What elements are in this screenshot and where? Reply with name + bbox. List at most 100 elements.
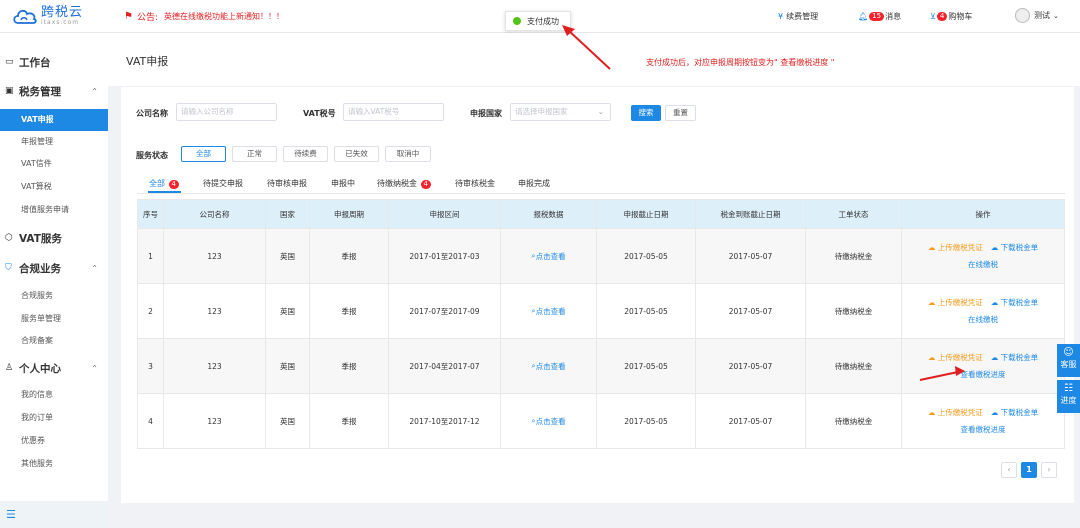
tab-pending-submit[interactable]: 待提交申报: [203, 178, 243, 189]
upload-receipt-label: 上传缴税凭证: [937, 408, 983, 417]
sidebar-item-other-services[interactable]: 其他服务: [0, 453, 108, 475]
check-circle-icon: [513, 17, 521, 25]
primary-action-link[interactable]: 查看缴税进度: [961, 424, 1006, 435]
view-data-link[interactable]: 点击查看: [536, 361, 566, 372]
primary-action-link[interactable]: 在线缴税: [968, 259, 998, 270]
status-expired-button[interactable]: 已失效: [334, 146, 379, 162]
col-company: 公司名称: [164, 200, 266, 228]
vat-input[interactable]: 请输入VAT税号: [343, 103, 444, 121]
next-page-button[interactable]: ›: [1041, 462, 1057, 478]
view-data-link[interactable]: 点击查看: [536, 416, 566, 427]
cell-range: 2017-07至2017-09: [389, 284, 501, 338]
sidebar-item-vat-filing[interactable]: VAT申报: [0, 109, 108, 131]
sidebar-workbench-label: 工作台: [19, 56, 51, 69]
page-title: VAT申报: [126, 55, 169, 68]
upload-receipt-link[interactable]: ☁ 上传缴税凭证: [928, 297, 983, 308]
sidebar-workbench[interactable]: ▭ 工作台: [0, 52, 108, 72]
reset-button[interactable]: 重置: [665, 105, 696, 121]
cell-no: 3: [138, 339, 164, 393]
upload-receipt-link[interactable]: ☁ 上传缴税凭证: [928, 352, 983, 363]
sidebar-item-value-added[interactable]: 增值服务申请: [0, 199, 108, 221]
sidebar-item-compliance-filing[interactable]: 合规备案: [0, 330, 108, 352]
cell-deadline: 2017-05-05: [597, 339, 696, 393]
announcement[interactable]: ⚑ 公告: 英德在线缴税功能上新通知！！！: [124, 10, 284, 23]
tab-all[interactable]: 全部 4: [149, 178, 180, 189]
view-data-link[interactable]: 点击查看: [536, 251, 566, 262]
tab-completed[interactable]: 申报完成: [518, 178, 550, 189]
upload-receipt-link[interactable]: ☁ 上传缴税凭证: [928, 407, 983, 418]
status-normal-button[interactable]: 正常: [232, 146, 277, 162]
cell-company: 123: [164, 229, 266, 283]
view-data-link[interactable]: 点击查看: [536, 306, 566, 317]
action-row: ☁ 上传缴税凭证 ☁ 下载税金单: [928, 407, 1038, 418]
sidebar-group-personal[interactable]: ♙ 个人中心 ⌃: [0, 358, 108, 378]
cell-country: 英国: [266, 229, 310, 283]
cell-data[interactable]: ⌕ 点击查看: [501, 339, 597, 393]
sliders-icon: ☷: [1064, 383, 1073, 394]
sidebar-item-my-orders[interactable]: 我的订单: [0, 407, 108, 429]
company-input[interactable]: 请输入公司名称: [176, 103, 277, 121]
chevron-up-icon: ⌃: [91, 363, 98, 373]
sidebar-item-service-orders[interactable]: 服务单管理: [0, 308, 108, 330]
messages-link[interactable]: 🔔︎ 15 消息: [858, 11, 901, 22]
primary-action-link[interactable]: 在线缴税: [968, 314, 998, 325]
country-select-placeholder: 请选择申报国家: [515, 107, 568, 116]
cell-company: 123: [164, 284, 266, 338]
cloud-logo-icon: [13, 9, 37, 24]
sidebar-item-coupons[interactable]: 优惠券: [0, 430, 108, 452]
cell-data[interactable]: ⌕ 点击查看: [501, 229, 597, 283]
sidebar-item-vat-letters[interactable]: VAT信件: [0, 153, 108, 175]
download-tax-bill-link[interactable]: ☁ 下载税金单: [991, 407, 1038, 418]
cell-no: 2: [138, 284, 164, 338]
cell-data[interactable]: ⌕ 点击查看: [501, 394, 597, 448]
progress-label: 进度: [1060, 396, 1077, 405]
toast-text: 支付成功: [527, 16, 559, 26]
upload-receipt-link[interactable]: ☁ 上传缴税凭证: [928, 242, 983, 253]
sidebar-item-my-info[interactable]: 我的信息: [0, 384, 108, 406]
sidebar-group-compliance[interactable]: ⛉ 合规业务 ⌃: [0, 258, 108, 278]
primary-action-link[interactable]: 查看缴税进度: [961, 369, 1006, 380]
status-renew-button[interactable]: 待续费: [283, 146, 328, 162]
sidebar-item-vat-calc[interactable]: VAT算税: [0, 176, 108, 198]
user-menu[interactable]: 测试 ⌄: [1015, 8, 1059, 23]
logo[interactable]: 跨税云 itaxs.com: [12, 6, 83, 26]
progress-button[interactable]: ☷ 进度: [1057, 380, 1080, 413]
tab-filing[interactable]: 申报中: [331, 178, 355, 189]
download-tax-bill-label: 下载税金单: [1000, 353, 1039, 362]
sidebar: ▭ 工作台 ▣ 税务管理 ⌃ VAT申报 年报管理 VAT信件 VAT算税 增值…: [0, 33, 108, 528]
customer-service-button[interactable]: ☺ 客服: [1057, 344, 1080, 377]
tab-pending-payment[interactable]: 待缴纳税金 4: [377, 178, 432, 189]
download-tax-bill-link[interactable]: ☁ 下载税金单: [991, 242, 1038, 253]
sidebar-item-annual-report[interactable]: 年报管理: [0, 131, 108, 153]
upload-receipt-label: 上传缴税凭证: [937, 298, 983, 307]
col-data: 报税数据: [501, 200, 597, 228]
upload-receipt-label: 上传缴税凭证: [937, 243, 983, 252]
tab-tax-review[interactable]: 待审核税金: [455, 178, 495, 189]
renew-label: 续费管理: [786, 12, 819, 21]
annotation-note: 支付成功后，对应申报周期按钮变为" 查看缴税进度 ": [646, 58, 835, 67]
cell-data[interactable]: ⌕ 点击查看: [501, 284, 597, 338]
status-cancelling-button[interactable]: 取消中: [385, 146, 431, 162]
collapse-sidebar-icon[interactable]: ☰: [0, 501, 108, 528]
page-1-button[interactable]: 1: [1021, 462, 1037, 478]
announcement-message[interactable]: 英德在线缴税功能上新通知！！！: [164, 11, 284, 22]
announcement-label: 公告:: [136, 13, 159, 23]
search-button[interactable]: 搜索: [631, 105, 661, 121]
tab-pending-review[interactable]: 待审核申报: [267, 178, 307, 189]
cloud-download-icon: ☁: [990, 408, 999, 417]
cell-country: 英国: [266, 339, 310, 393]
download-tax-bill-link[interactable]: ☁ 下载税金单: [991, 297, 1038, 308]
status-all-button[interactable]: 全部: [181, 146, 226, 162]
cloud-upload-icon: ☁: [927, 408, 936, 417]
prev-page-button[interactable]: ‹: [1001, 462, 1017, 478]
cell-tax-deadline: 2017-05-07: [696, 394, 806, 448]
sidebar-vat-service[interactable]: ⬡ VAT服务: [0, 228, 108, 248]
status-label: 服务状态: [136, 151, 168, 160]
sidebar-item-compliance-service[interactable]: 合规服务: [0, 285, 108, 307]
country-select[interactable]: 请选择申报国家 ⌄: [510, 103, 611, 121]
renew-link[interactable]: ¥ 续费管理: [778, 11, 818, 22]
cell-tax-deadline: 2017-05-07: [696, 284, 806, 338]
sidebar-group-tax[interactable]: ▣ 税务管理 ⌃: [0, 81, 108, 101]
cart-link[interactable]: ⊻ 4 购物车: [930, 11, 972, 22]
download-tax-bill-link[interactable]: ☁ 下载税金单: [991, 352, 1038, 363]
